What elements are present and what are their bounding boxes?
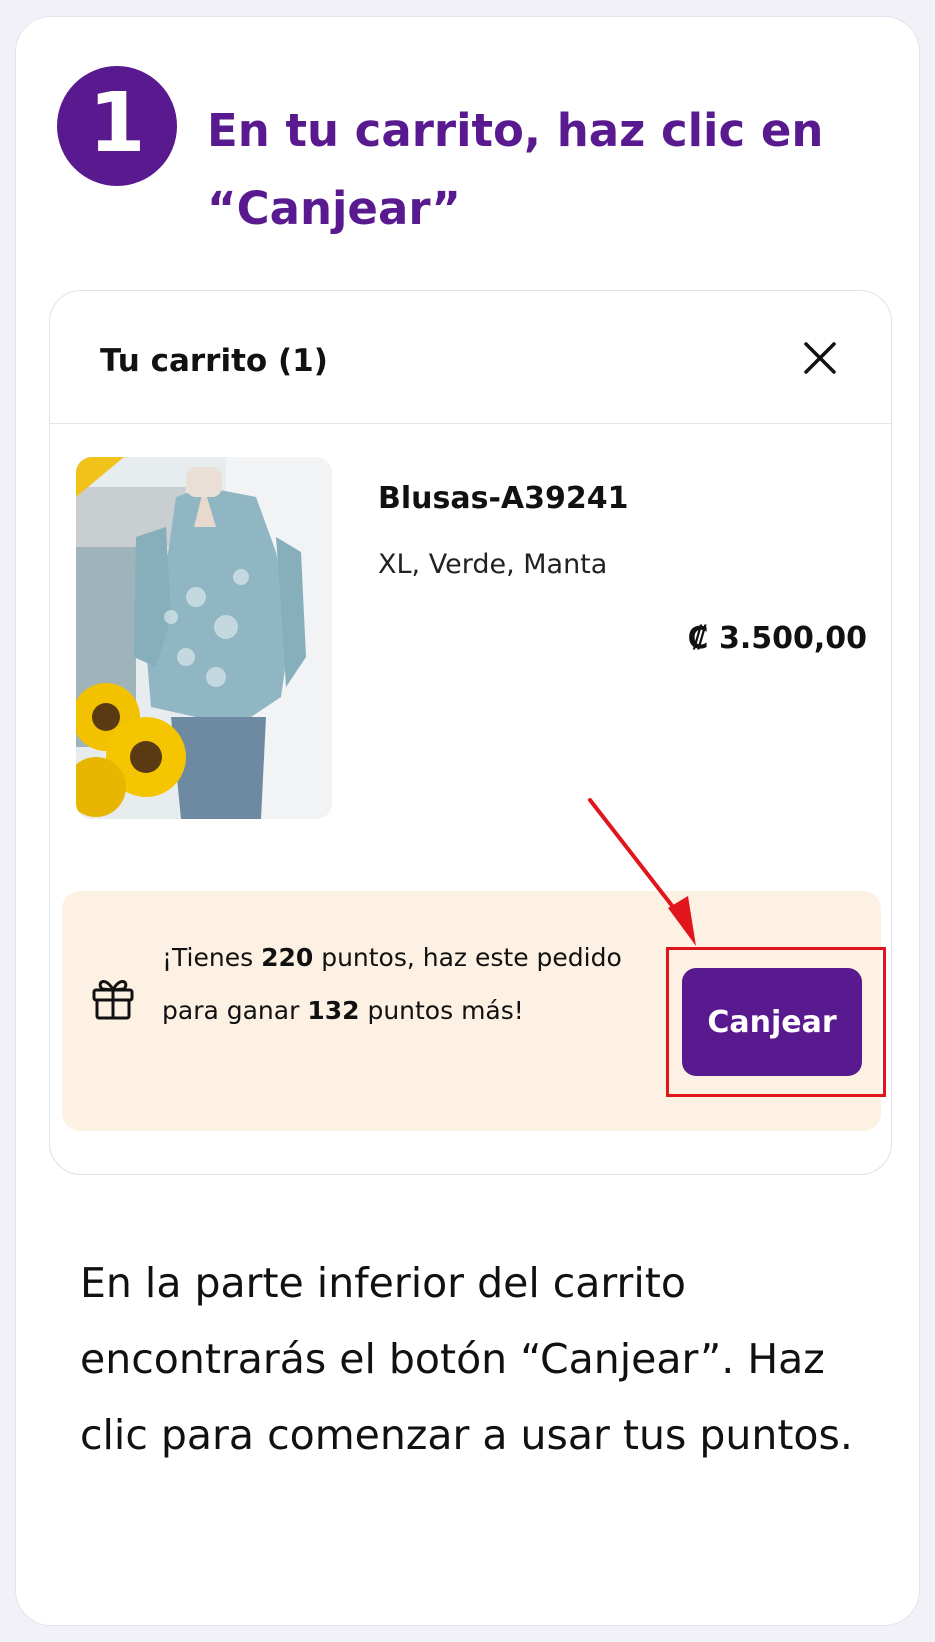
points-message: ¡Tienes 220 puntos, haz este pedido para… bbox=[162, 943, 622, 1025]
product-price: ₡ 3.500,00 bbox=[687, 621, 867, 656]
cart-title: Tu carrito (1) bbox=[100, 343, 328, 379]
product-name: Blusas-A39241 bbox=[378, 481, 629, 516]
gift-icon bbox=[92, 980, 134, 1020]
points-banner: ¡Tienes 220 puntos, haz este pedido para… bbox=[62, 891, 886, 1131]
redeem-button[interactable]: Canjear bbox=[682, 968, 862, 1076]
product-image[interactable] bbox=[76, 457, 332, 819]
pointer-arrow bbox=[588, 798, 696, 946]
close-icon bbox=[804, 342, 836, 374]
instruction-text: En la parte inferior del carrito encontr… bbox=[80, 1259, 853, 1459]
cart-header: Tu carrito (1) bbox=[50, 291, 891, 424]
close-button[interactable] bbox=[797, 335, 843, 381]
cart-panel: Tu carrito (1) Blusas-A39241 XL, Verde, … bbox=[49, 290, 892, 1175]
step-number: 1 bbox=[88, 76, 146, 171]
points-balance: 220 bbox=[261, 943, 314, 972]
step-number-badge: 1 bbox=[57, 66, 177, 186]
points-to-earn: 132 bbox=[307, 996, 360, 1025]
step-title: En tu carrito, haz clic en “Canjear” bbox=[207, 104, 824, 235]
product-variant: XL, Verde, Manta bbox=[378, 549, 608, 580]
